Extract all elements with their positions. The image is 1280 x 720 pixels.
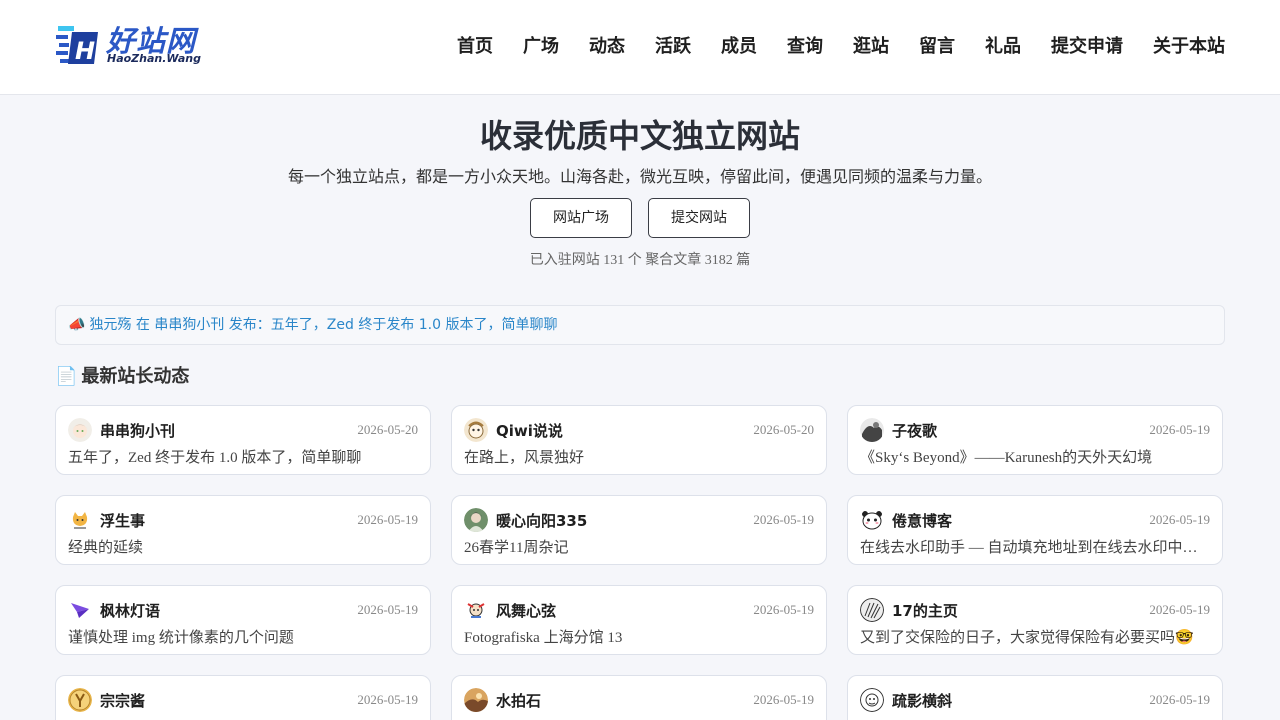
sketch-round-avatar-icon xyxy=(860,688,884,712)
hero-subtitle: 每一个独立站点，都是一方小众天地。山海各赴，微光互映，停留此间，便遇见同频的温柔… xyxy=(287,167,992,186)
site-name: 风舞心弦 xyxy=(496,602,557,620)
section-title-text: 最新站长动态 xyxy=(81,366,190,387)
paper-plane-avatar-icon xyxy=(68,598,92,622)
feed-card[interactable]: 风舞心弦 2026-05-19 Fotografiska 上海分馆 13 xyxy=(451,585,827,655)
post-date: 2026-05-19 xyxy=(1149,512,1210,527)
post-date: 2026-05-19 xyxy=(357,512,418,527)
ink-avatar-icon xyxy=(860,418,884,442)
notice-text[interactable]: 独元殇 在 串串狗小刊 发布：五年了，Zed 终于发布 1.0 版本了，简单聊聊 xyxy=(89,317,557,333)
hero-title: 收录优质中文独立网站 xyxy=(479,117,800,155)
section-heading: 📄 最新站长动态 xyxy=(55,364,189,390)
main-nav: 首页 广场 动态 活跃 成员 查询 逛站 留言 礼品 提交申请 关于本站 xyxy=(427,32,1225,62)
feed-card[interactable]: 疏影横斜 2026-05-19 xyxy=(847,675,1223,720)
nav-browse[interactable]: 逛站 xyxy=(853,32,889,62)
nav-search[interactable]: 查询 xyxy=(787,32,823,62)
site-name: 浮生事 xyxy=(100,512,146,530)
post-title[interactable]: 五年了，Zed 终于发布 1.0 版本了，简单聊聊 xyxy=(68,446,418,467)
svg-text:H: H xyxy=(75,37,95,65)
site-name: Qiwi说说 xyxy=(496,422,563,440)
hero-buttons: 网站广场 提交网站 xyxy=(0,198,1280,238)
feed-card[interactable]: 子夜歌 2026-05-19 《Sky‘s Beyond》——Karunesh的… xyxy=(847,405,1223,475)
document-icon: 📄 xyxy=(55,366,78,387)
site-name: 暖心向阳335 xyxy=(496,512,588,530)
sunset-avatar-icon xyxy=(464,688,488,712)
nav-feed[interactable]: 动态 xyxy=(589,32,625,62)
site-name: 倦意博客 xyxy=(892,512,953,530)
post-title[interactable]: 在线去水印助手 — 自动填充地址到在线去水印中… xyxy=(860,536,1210,557)
site-header: H 好站网 HaoZhan.Wang 首页 广场 动态 活跃 成员 查询 逛站 … xyxy=(0,0,1280,95)
post-title[interactable]: Fotografiska 上海分馆 13 xyxy=(464,626,814,647)
logo-mark-icon: H xyxy=(56,26,98,65)
post-date: 2026-05-19 xyxy=(1149,602,1210,617)
post-date: 2026-05-19 xyxy=(753,512,814,527)
nav-square[interactable]: 广场 xyxy=(523,32,559,62)
character-avatar-icon xyxy=(464,598,488,622)
post-date: 2026-05-19 xyxy=(357,692,418,707)
post-title[interactable]: 26春学11周杂记 xyxy=(464,536,814,557)
site-name: 宗宗酱 xyxy=(100,692,146,710)
site-name: 子夜歌 xyxy=(892,422,938,440)
post-title[interactable]: 又到了交保险的日子，大家觉得保险有必要买吗🤓 xyxy=(860,626,1210,647)
nav-members[interactable]: 成员 xyxy=(721,32,757,62)
nav-active[interactable]: 活跃 xyxy=(655,32,691,62)
feed-card[interactable]: Qiwi说说 2026-05-20 在路上，风景独好 xyxy=(451,405,827,475)
site-name: 枫林灯语 xyxy=(100,602,161,620)
site-name: 疏影横斜 xyxy=(892,692,953,710)
post-title[interactable]: 谨慎处理 img 统计像素的几个问题 xyxy=(68,626,418,647)
site-stats: 已入驻网站 131 个 聚合文章 3182 篇 xyxy=(529,253,751,268)
post-date: 2026-05-19 xyxy=(357,602,418,617)
feed-card[interactable]: 倦意博客 2026-05-19 在线去水印助手 — 自动填充地址到在线去水印中… xyxy=(847,495,1223,565)
post-date: 2026-05-20 xyxy=(357,422,418,437)
post-date: 2026-05-20 xyxy=(753,422,814,437)
post-date: 2026-05-19 xyxy=(753,692,814,707)
feed-card[interactable]: 串串狗小刊 2026-05-20 五年了，Zed 终于发布 1.0 版本了，简单… xyxy=(55,405,431,475)
photo-avatar-icon xyxy=(464,508,488,532)
post-date: 2026-05-19 xyxy=(1149,692,1210,707)
cat-avatar-icon xyxy=(68,508,92,532)
site-name: 水拍石 xyxy=(496,692,542,710)
submit-site-button[interactable]: 提交网站 xyxy=(648,198,750,238)
post-title[interactable]: 在路上，风景独好 xyxy=(464,446,814,467)
feed-card[interactable]: 水拍石 2026-05-19 xyxy=(451,675,827,720)
cartoon-avatar-icon xyxy=(464,418,488,442)
logo-subtext: HaoZhan.Wang xyxy=(107,52,201,65)
panda-avatar-icon xyxy=(860,508,884,532)
post-title[interactable]: 《Sky‘s Beyond》——Karunesh的天外天幻境 xyxy=(860,446,1210,467)
nav-about[interactable]: 关于本站 xyxy=(1153,32,1225,62)
site-square-button[interactable]: 网站广场 xyxy=(530,198,632,238)
post-date: 2026-05-19 xyxy=(1149,422,1210,437)
nav-submit[interactable]: 提交申请 xyxy=(1051,32,1123,62)
nav-guestbook[interactable]: 留言 xyxy=(919,32,955,62)
feed-card[interactable]: 浮生事 2026-05-19 经典的延续 xyxy=(55,495,431,565)
post-title[interactable]: 经典的延续 xyxy=(68,536,418,557)
megaphone-icon: 📣 xyxy=(68,318,86,333)
sketch-avatar-icon xyxy=(860,598,884,622)
notice-bar[interactable]: 📣 独元殇 在 串串狗小刊 发布：五年了，Zed 终于发布 1.0 版本了，简单聊… xyxy=(55,305,1225,345)
nav-home[interactable]: 首页 xyxy=(457,32,493,62)
feed-card[interactable]: 宗宗酱 2026-05-19 xyxy=(55,675,431,720)
nav-gifts[interactable]: 礼品 xyxy=(985,32,1021,62)
anime-avatar-icon xyxy=(68,418,92,442)
site-name: 串串狗小刊 xyxy=(100,422,176,440)
feed-card[interactable]: 17的主页 2026-05-19 又到了交保险的日子，大家觉得保险有必要买吗🤓 xyxy=(847,585,1223,655)
feed-card[interactable]: 枫林灯语 2026-05-19 谨慎处理 img 统计像素的几个问题 xyxy=(55,585,431,655)
feed-card[interactable]: 暖心向阳335 2026-05-19 26春学11周杂记 xyxy=(451,495,827,565)
post-date: 2026-05-19 xyxy=(753,602,814,617)
gold-avatar-icon xyxy=(68,688,92,712)
site-name: 17的主页 xyxy=(892,602,958,620)
site-logo[interactable]: H 好站网 HaoZhan.Wang xyxy=(56,20,218,70)
